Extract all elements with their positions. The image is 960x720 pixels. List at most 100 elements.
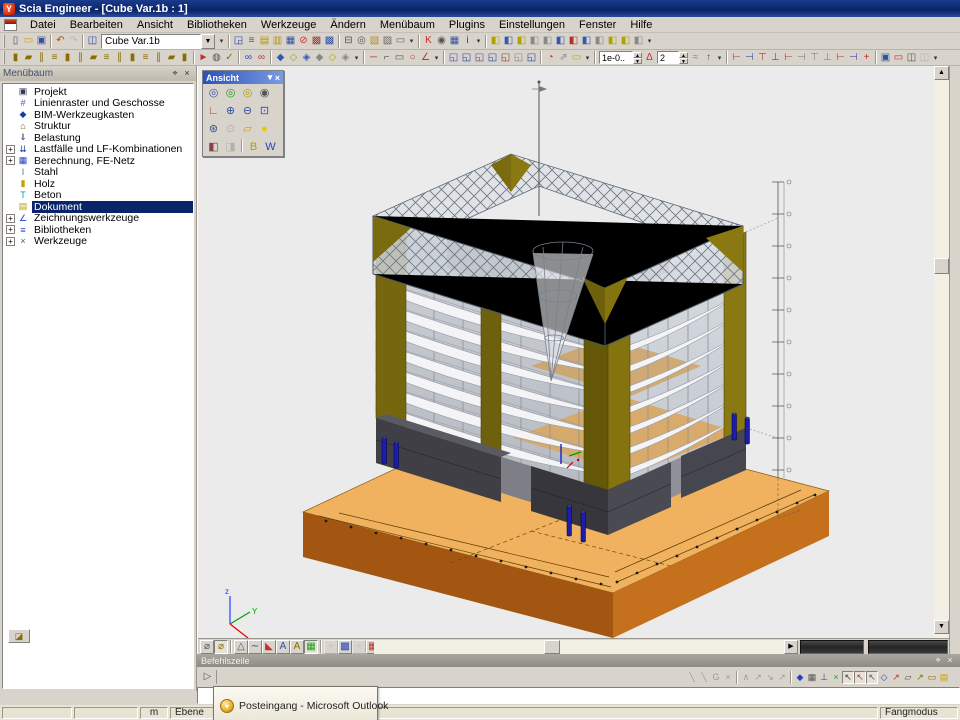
- view-dropdown[interactable]: ▾: [583, 51, 592, 65]
- table-composer-icon[interactable]: ▩: [310, 34, 323, 48]
- print-preview-icon[interactable]: ◎: [355, 34, 368, 48]
- undo-icon[interactable]: ↶: [54, 34, 67, 48]
- camera-icon-2[interactable]: ◫: [918, 51, 931, 65]
- copy-attributes-icon[interactable]: ▤: [258, 34, 271, 48]
- save-icon[interactable]: ▣: [35, 34, 48, 48]
- member-icon-1[interactable]: ⊢: [730, 51, 743, 65]
- horizontal-scrollbar[interactable]: [374, 640, 784, 654]
- menu-item-plugins[interactable]: Plugins: [442, 18, 492, 32]
- object-icon-5[interactable]: ◇: [326, 51, 339, 65]
- redo-icon[interactable]: ↷: [67, 34, 80, 48]
- window-icon-7[interactable]: ◱: [525, 51, 538, 65]
- zoom-in-icon[interactable]: ⊕: [222, 103, 239, 119]
- project-combobox-value[interactable]: Cube Var.1b: [101, 34, 201, 49]
- sidebar-item-werkzeuge[interactable]: +×Werkzeuge: [3, 236, 193, 248]
- snap-cross-icon[interactable]: ×: [830, 671, 842, 684]
- window-icon-6[interactable]: ◱: [512, 51, 525, 65]
- rect-icon[interactable]: ▭: [393, 51, 406, 65]
- dim-icon-6[interactable]: ∥: [74, 51, 87, 65]
- dim-icon-1[interactable]: ▮: [9, 51, 22, 65]
- export-view-icon[interactable]: ▭: [892, 51, 905, 65]
- sidebar-item-dokument[interactable]: ▤Dokument: [3, 201, 193, 213]
- tools-dropdown[interactable]: ▾: [474, 34, 483, 48]
- polyline-icon[interactable]: ⌐: [380, 51, 393, 65]
- snap-edge-icon[interactable]: ↗: [752, 671, 764, 684]
- dim-icon-7[interactable]: ▰: [87, 51, 100, 65]
- close-icon[interactable]: ×: [181, 68, 193, 79]
- snap-delete-icon[interactable]: ×: [722, 671, 734, 684]
- snap-polygon-icon[interactable]: ▱: [902, 671, 914, 684]
- zoom-window-icon[interactable]: ⊡: [256, 103, 273, 119]
- toolbar-grip[interactable]: [3, 35, 6, 48]
- object-icon-3[interactable]: ◈: [300, 51, 313, 65]
- layer-view-icon-9[interactable]: ◧: [593, 34, 606, 48]
- dim-icon-8[interactable]: ≡: [100, 51, 113, 65]
- walk-icon[interactable]: ↑: [702, 51, 715, 65]
- dim-icon-11[interactable]: ≡: [139, 51, 152, 65]
- picture-gallery-icon[interactable]: ▧: [368, 34, 381, 48]
- clipboard-icon[interactable]: ▦: [284, 34, 297, 48]
- view-axo-icon[interactable]: ◉: [256, 85, 273, 101]
- snap-arc-icon[interactable]: G: [710, 671, 722, 684]
- new-icon[interactable]: ▯: [9, 34, 22, 48]
- section-icon[interactable]: △: [234, 640, 248, 654]
- layer-view-icon-11[interactable]: ◧: [619, 34, 632, 48]
- horizontal-scrollbar-thumb[interactable]: [544, 640, 560, 654]
- member-icon-7[interactable]: ⊤: [808, 51, 821, 65]
- angle-icon[interactable]: ∠: [419, 51, 432, 65]
- menu-item-bibliotheken[interactable]: Bibliotheken: [180, 18, 254, 32]
- snap-line2-icon[interactable]: ╲: [698, 671, 710, 684]
- dim-icon-3[interactable]: ∥: [35, 51, 48, 65]
- project-combobox[interactable]: Cube Var.1b ▼: [101, 34, 215, 49]
- snap-cursor-icon-2[interactable]: ↖: [854, 671, 866, 684]
- scroll-right-icon[interactable]: ▶: [784, 640, 798, 654]
- menu-item-ndern[interactable]: Ändern: [323, 18, 372, 32]
- precision-spinner-down-icon[interactable]: ▼: [633, 58, 642, 64]
- label-arrows-icon[interactable]: A: [276, 640, 290, 654]
- menu-item-werkzeuge[interactable]: Werkzeuge: [254, 18, 323, 32]
- render-icon[interactable]: ◧: [205, 139, 222, 155]
- menu-item-fenster[interactable]: Fenster: [572, 18, 623, 32]
- layer-view-icon-10[interactable]: ◧: [606, 34, 619, 48]
- select-icon[interactable]: ►: [197, 51, 210, 65]
- snap-end-icon[interactable]: ↘: [764, 671, 776, 684]
- scroll-up-icon[interactable]: ▲: [934, 66, 949, 80]
- window-icon-5[interactable]: ◱: [499, 51, 512, 65]
- expand-icon[interactable]: +: [6, 237, 15, 246]
- calculator-icon[interactable]: ▦: [448, 34, 461, 48]
- object-icon-6[interactable]: ◈: [339, 51, 352, 65]
- sidebar-item-bibliotheken[interactable]: +≡Bibliotheken: [3, 224, 193, 236]
- snap-perp-icon[interactable]: ⊥: [818, 671, 830, 684]
- snap-dir-icon[interactable]: ↗: [776, 671, 788, 684]
- menu-item-menbaum[interactable]: Menübaum: [373, 18, 442, 32]
- layer-view-icon-7[interactable]: ◧: [567, 34, 580, 48]
- close-icon[interactable]: ×: [275, 73, 280, 83]
- view-y-icon[interactable]: ◎: [222, 85, 239, 101]
- table-results-icon[interactable]: ▩: [323, 34, 336, 48]
- member-icon-10[interactable]: ⊣: [847, 51, 860, 65]
- member-icon-3[interactable]: ⊤: [756, 51, 769, 65]
- vertical-scrollbar-thumb[interactable]: [934, 258, 949, 274]
- mdi-child-icon[interactable]: [4, 19, 17, 31]
- result-win-icon-2[interactable]: ▩: [338, 640, 352, 654]
- mesh-icon[interactable]: ▦: [304, 640, 318, 654]
- scale-spinner[interactable]: 2▲▼: [657, 51, 688, 64]
- vertical-scrollbar[interactable]: ▲ ▼: [934, 66, 949, 638]
- window-icon-2[interactable]: ◱: [460, 51, 473, 65]
- zoom-out-icon[interactable]: ⊖: [239, 103, 256, 119]
- layer-view-icon-12[interactable]: ◧: [632, 34, 645, 48]
- update-icon[interactable]: ◲: [232, 34, 245, 48]
- layer-dropdown[interactable]: ▾: [645, 34, 654, 48]
- layer-view-icon-6[interactable]: ◧: [554, 34, 567, 48]
- member-icon-9[interactable]: ⊢: [834, 51, 847, 65]
- eye-icon[interactable]: ◔: [544, 51, 557, 65]
- outlook-notification-text[interactable]: Posteingang - Microsoft Outlook: [239, 700, 388, 712]
- sidebar-item-berechnung-fe-netz[interactable]: +▦Berechnung, FE-Netz: [3, 155, 193, 167]
- info-icon[interactable]: i: [461, 34, 474, 48]
- print-dropdown[interactable]: ▾: [407, 34, 416, 48]
- snap-midpoint-icon[interactable]: ◇: [878, 671, 890, 684]
- object-icon-1[interactable]: ◆: [274, 51, 287, 65]
- sidebar-item-linienraster-und-geschosse[interactable]: #Linienraster und Geschosse: [3, 98, 193, 110]
- sidebar-item-beton[interactable]: TBeton: [3, 190, 193, 202]
- project-combobox-dropdown-icon[interactable]: ▼: [201, 34, 215, 49]
